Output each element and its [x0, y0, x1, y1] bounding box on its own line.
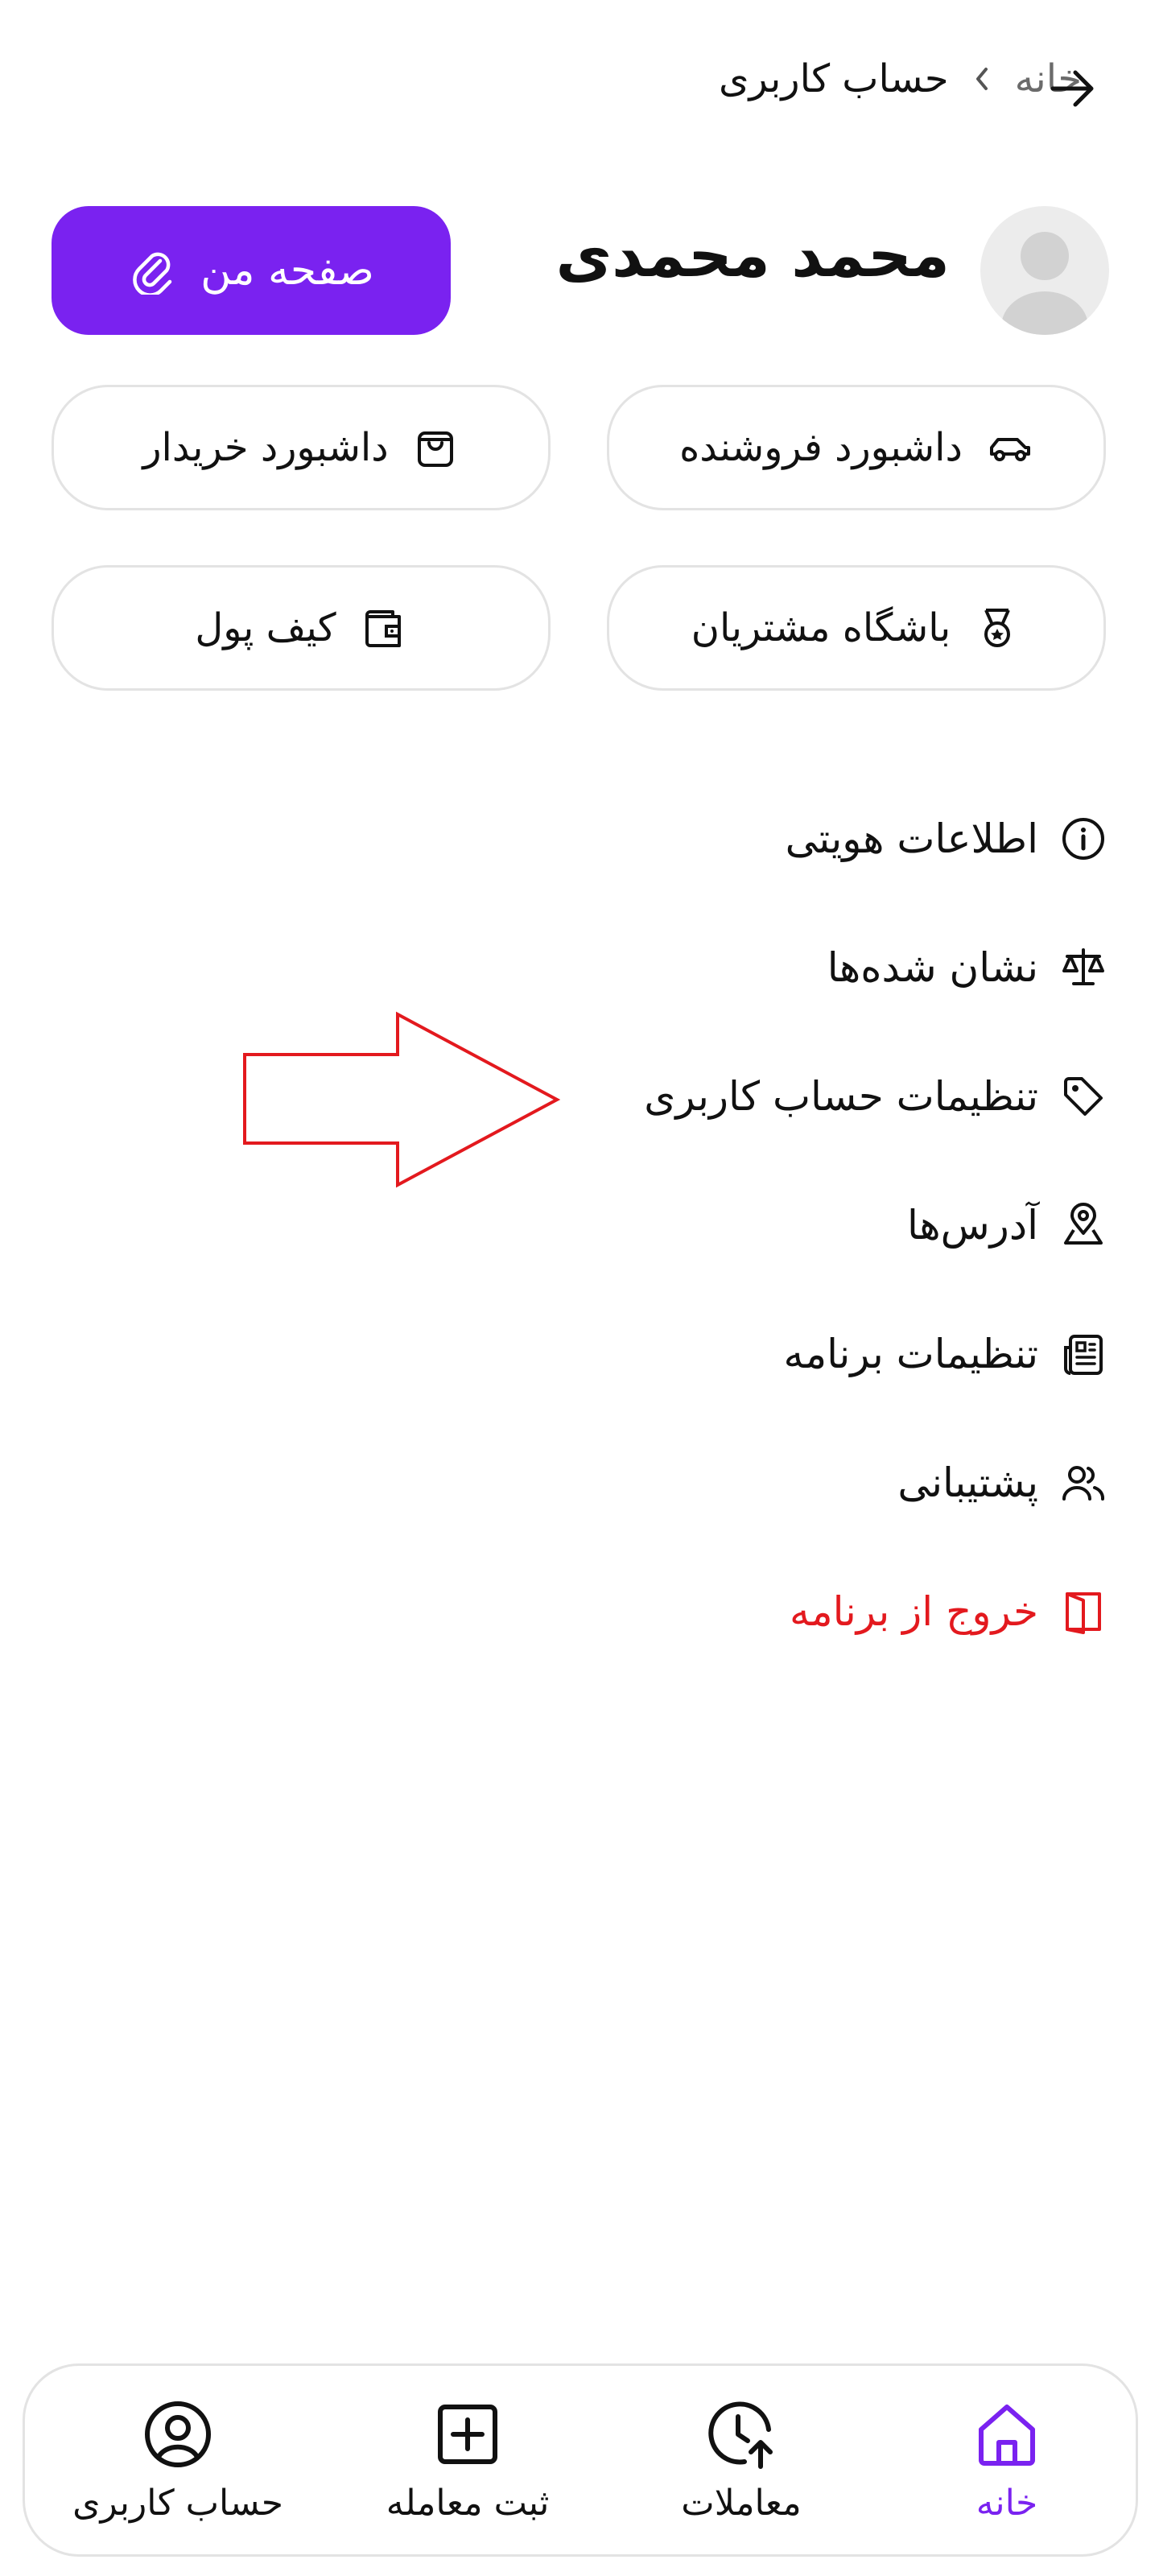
car-icon: [989, 438, 1030, 461]
buyer-dashboard-tile[interactable]: داشبورد خریدار: [52, 385, 551, 510]
nav-label: ثبت معامله: [386, 2482, 550, 2524]
bottom-navigation: خانه معاملات ثبت معامله حساب کاربری: [23, 2363, 1138, 2557]
menu-item-label: تنظیمات برنامه: [783, 1331, 1038, 1377]
document-icon: [1064, 1335, 1103, 1375]
location-icon: [1064, 1203, 1103, 1245]
logout-door-icon: [1066, 1592, 1101, 1634]
nav-label: معاملات: [681, 2482, 802, 2524]
nav-new-transaction[interactable]: ثبت معامله: [347, 2366, 588, 2554]
home-icon: [979, 2404, 1035, 2466]
user-silhouette-icon: [1001, 232, 1088, 335]
clock-arrow-icon: [708, 2401, 773, 2469]
customer-club-tile[interactable]: باشگاه مشتریان: [607, 565, 1106, 691]
info-icon: [1062, 818, 1104, 860]
tile-label: باشگاه مشتریان: [691, 605, 951, 650]
avatar[interactable]: [980, 206, 1109, 335]
menu-identity-info[interactable]: اطلاعات هویتی: [786, 799, 1107, 879]
tile-label: کیف پول: [195, 605, 336, 650]
shopping-bag-icon: [417, 431, 453, 467]
nav-account[interactable]: حساب کاربری: [57, 2366, 299, 2554]
menu-item-label: اطلاعات هویتی: [785, 815, 1038, 862]
menu-support[interactable]: پشتیبانی: [897, 1443, 1107, 1523]
menu-item-label: تنظیمات حساب کاربری: [644, 1073, 1038, 1120]
back-arrow-icon[interactable]: [1046, 63, 1098, 114]
scale-icon: [1062, 948, 1104, 985]
nav-label: خانه: [975, 2482, 1038, 2524]
medal-icon: [984, 609, 1011, 647]
profile-name: محمد محمدی: [555, 219, 950, 291]
chevron-left-icon: [975, 68, 988, 90]
wallet-icon: [365, 610, 401, 647]
menu-addresses[interactable]: آدرس‌ها: [907, 1185, 1107, 1265]
menu-app-settings[interactable]: تنظیمات برنامه: [784, 1314, 1107, 1394]
menu-item-label: پشتیبانی: [897, 1459, 1038, 1506]
menu-item-label: نشان شده‌ها: [827, 944, 1038, 991]
breadcrumb-current: حساب کاربری: [718, 56, 949, 101]
menu-item-label: آدرس‌ها: [907, 1202, 1038, 1249]
user-circle-icon: [145, 2401, 211, 2467]
plus-square-icon: [438, 2404, 497, 2464]
menu-logout[interactable]: خروج از برنامه: [790, 1571, 1107, 1652]
menu-item-label: خروج از برنامه: [790, 1588, 1038, 1635]
nav-transactions[interactable]: معاملات: [645, 2366, 838, 2554]
menu-account-settings[interactable]: تنظیمات حساب کاربری: [644, 1056, 1107, 1137]
paperclip-icon: [133, 252, 172, 295]
my-page-button[interactable]: صفحه من: [52, 206, 451, 335]
wallet-tile[interactable]: کیف پول: [52, 565, 551, 691]
tile-label: داشبورد خریدار: [142, 425, 389, 470]
tile-label: داشبورد فروشنده: [679, 425, 963, 470]
users-icon: [1062, 1466, 1105, 1501]
my-page-label: صفحه من: [200, 246, 374, 295]
nav-label: حساب کاربری: [72, 2482, 283, 2524]
menu-bookmarks[interactable]: نشان شده‌ها: [827, 927, 1107, 1008]
annotation-arrow-icon: [243, 1011, 561, 1188]
tag-icon: [1064, 1077, 1103, 1116]
nav-home[interactable]: خانه: [918, 2366, 1095, 2554]
breadcrumb: خانه حساب کاربری: [719, 56, 1082, 101]
seller-dashboard-tile[interactable]: داشبورد فروشنده: [607, 385, 1106, 510]
